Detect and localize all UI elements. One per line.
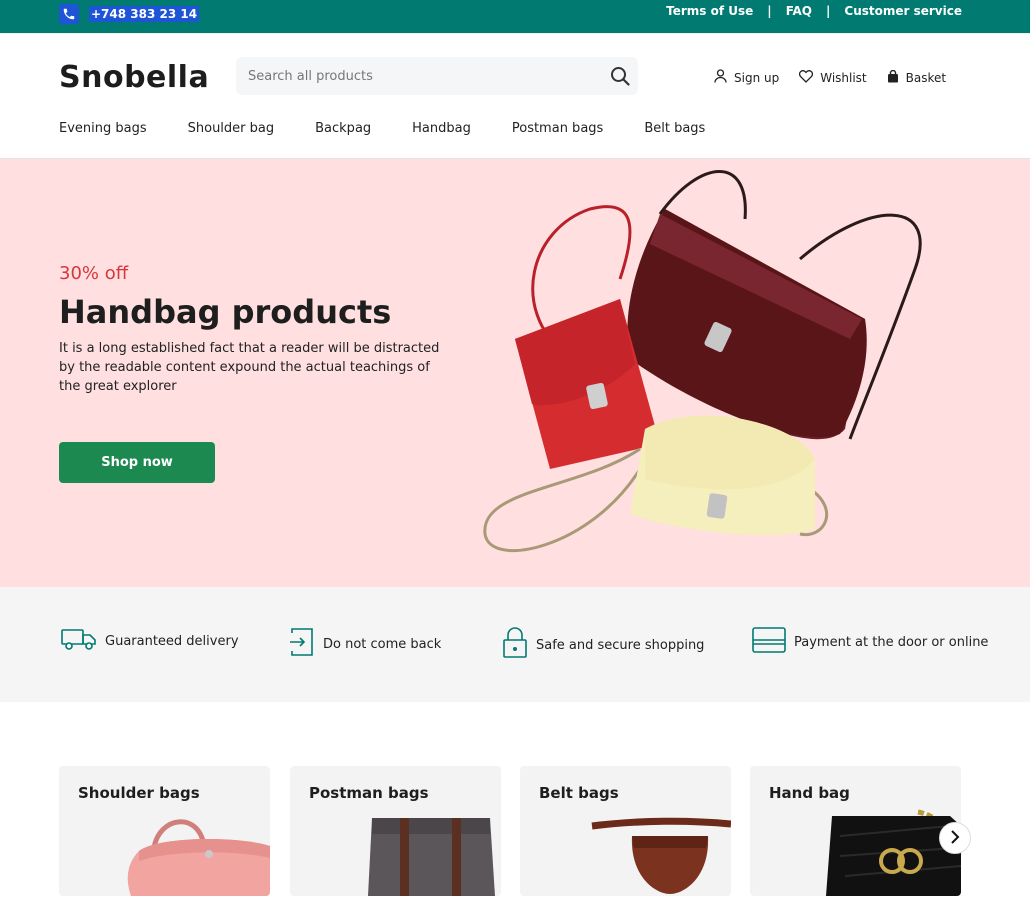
postman-bag-image <box>368 818 495 896</box>
hero-bags-image <box>483 170 922 553</box>
logo[interactable]: Snobella <box>59 60 209 95</box>
category-card-postman-bags[interactable]: Postman bags <box>290 766 501 896</box>
hero-discount: 30% off <box>59 263 129 284</box>
belt-bag-image <box>591 817 731 894</box>
wishlist-button[interactable]: Wishlist <box>799 69 867 86</box>
shoulder-bag-image <box>127 819 270 896</box>
separator: | <box>826 4 831 18</box>
signup-label: Sign up <box>734 70 780 85</box>
shop-now-button[interactable]: Shop now <box>59 442 215 483</box>
signup-button[interactable]: Sign up <box>714 69 779 86</box>
wishlist-label: Wishlist <box>820 70 867 85</box>
user-icon <box>714 69 727 86</box>
carousel-next-button[interactable] <box>939 822 971 854</box>
feature-label: Safe and secure shopping <box>536 637 705 653</box>
nav-item-belt-bags[interactable]: Belt bags <box>644 121 705 136</box>
top-links: Terms of Use | FAQ | Customer service <box>666 4 962 18</box>
hero-title: Handbag products <box>59 293 392 331</box>
phone-number: +748 383 23 14 <box>89 6 200 22</box>
category-card-hand-bag[interactable]: Hand bag <box>750 766 961 896</box>
heart-icon <box>799 69 814 86</box>
nav-item-postman-bags[interactable]: Postman bags <box>512 121 603 136</box>
nav-item-backpag[interactable]: Backpag <box>315 121 371 136</box>
phone-contact[interactable]: +748 383 23 14 <box>59 4 200 24</box>
bag-icon <box>887 69 899 86</box>
return-icon <box>289 627 315 661</box>
chevron-right-icon <box>950 829 960 848</box>
nav-item-shoulder-bag[interactable]: Shoulder bag <box>188 121 275 136</box>
category-card-shoulder-bags[interactable]: Shoulder bags <box>59 766 270 896</box>
category-nav: Evening bags Shoulder bag Backpag Handba… <box>59 121 746 136</box>
top-bar: +748 383 23 14 Terms of Use | FAQ | Cust… <box>0 0 1030 33</box>
truck-icon <box>61 627 97 655</box>
search-input[interactable] <box>236 57 586 95</box>
search-icon[interactable] <box>610 66 630 86</box>
search-box <box>236 57 638 95</box>
features-strip: Guaranteed delivery Do not come back Saf… <box>0 587 1030 702</box>
basket-label: Basket <box>905 70 947 85</box>
customer-service-link[interactable]: Customer service <box>844 4 962 18</box>
hero-description: It is a long established fact that a rea… <box>59 341 440 394</box>
feature-delivery: Guaranteed delivery <box>61 627 239 655</box>
separator: | <box>767 4 772 18</box>
faq-link[interactable]: FAQ <box>786 4 812 18</box>
phone-icon <box>59 4 79 24</box>
hero-banner: 30% off Handbag products It is a long es… <box>0 159 1030 587</box>
hand-bag-image <box>826 809 961 896</box>
feature-return: Do not come back <box>289 627 441 661</box>
lock-icon <box>502 627 528 663</box>
nav-item-evening-bags[interactable]: Evening bags <box>59 121 147 136</box>
feature-secure: Safe and secure shopping <box>502 627 704 663</box>
feature-label: Guaranteed delivery <box>105 633 239 649</box>
card-icon <box>752 627 786 657</box>
header-actions: Sign up Wishlist Basket <box>714 69 946 86</box>
terms-link[interactable]: Terms of Use <box>666 4 753 18</box>
basket-button[interactable]: Basket <box>887 69 946 86</box>
feature-payment: Payment at the door or online <box>752 627 988 657</box>
nav-item-handbag[interactable]: Handbag <box>412 121 471 136</box>
category-card-belt-bags[interactable]: Belt bags <box>520 766 731 896</box>
feature-label: Payment at the door or online <box>794 634 989 650</box>
feature-label: Do not come back <box>323 636 442 652</box>
site-header: Snobella Sign up Wishlist Basket Evening… <box>0 33 1030 159</box>
